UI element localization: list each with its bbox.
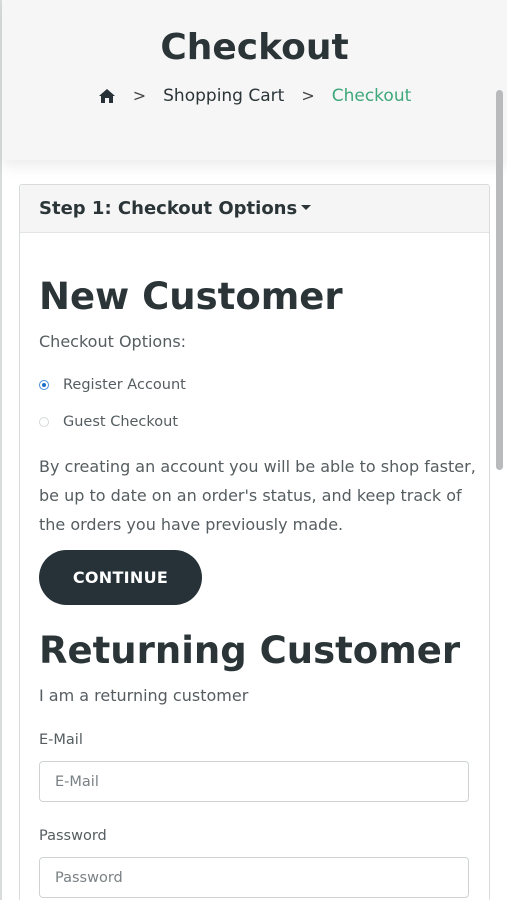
checkout-options-label: Checkout Options: bbox=[39, 332, 187, 351]
guest-checkout-radio[interactable] bbox=[39, 417, 49, 427]
checkout-page: Checkout > Shopping Cart > Checkout Step… bbox=[0, 0, 507, 900]
page-header: Checkout > Shopping Cart > Checkout bbox=[2, 0, 507, 160]
breadcrumb: > Shopping Cart > Checkout bbox=[2, 84, 507, 108]
breadcrumb-checkout[interactable]: Checkout bbox=[332, 84, 412, 108]
password-field[interactable] bbox=[39, 857, 469, 898]
guest-checkout-label: Guest Checkout bbox=[63, 414, 179, 430]
caret-down-icon bbox=[301, 204, 312, 210]
email-label: E-Mail bbox=[39, 732, 83, 748]
breadcrumb-separator: > bbox=[301, 86, 315, 105]
register-account-option[interactable]: Register Account bbox=[39, 375, 186, 395]
continue-button[interactable]: CONTINUE bbox=[39, 550, 202, 605]
new-customer-heading: New Customer bbox=[39, 275, 343, 318]
register-account-radio[interactable] bbox=[39, 380, 49, 390]
email-field[interactable] bbox=[39, 761, 469, 802]
page-title: Checkout bbox=[160, 27, 349, 68]
returning-customer-heading: Returning Customer bbox=[39, 629, 461, 672]
step1-toggle[interactable]: Step 1: Checkout Options bbox=[39, 197, 312, 221]
breadcrumb-shopping-cart[interactable]: Shopping Cart bbox=[163, 84, 284, 108]
guest-checkout-option[interactable]: Guest Checkout bbox=[39, 412, 178, 432]
new-customer-description: By creating an account you will be able … bbox=[39, 457, 476, 534]
returning-customer-subtitle: I am a returning customer bbox=[39, 686, 249, 705]
breadcrumb-separator: > bbox=[132, 86, 147, 105]
step1-title: Step 1: Checkout Options bbox=[39, 198, 298, 219]
password-label: Password bbox=[39, 828, 107, 844]
step1-heading: Step 1: Checkout Options bbox=[20, 185, 489, 233]
home-icon[interactable] bbox=[98, 88, 116, 104]
register-account-label: Register Account bbox=[63, 377, 186, 393]
scrollbar-thumb[interactable] bbox=[496, 90, 503, 470]
